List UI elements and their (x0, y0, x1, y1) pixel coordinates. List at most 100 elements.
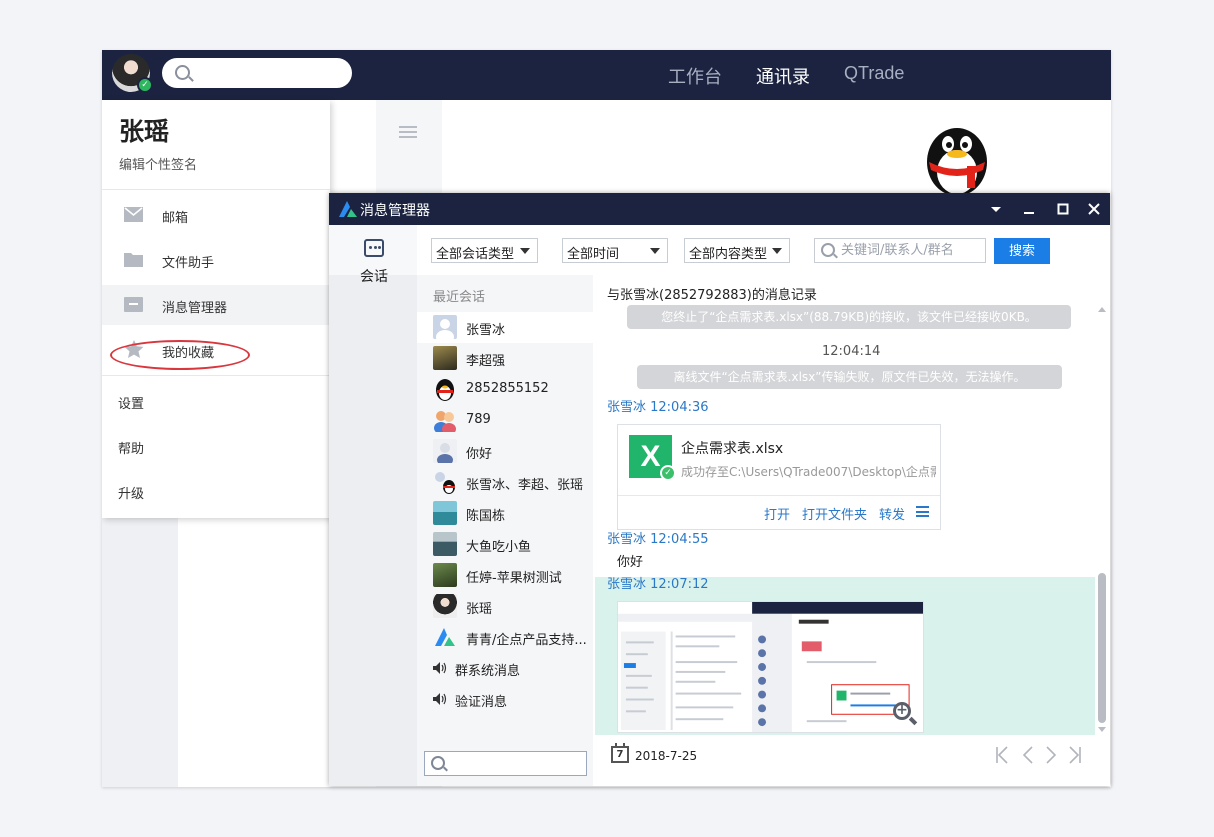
profile-name: 张瑶 (119, 117, 170, 146)
forward-link[interactable]: 转发 (879, 504, 905, 523)
first-page-icon[interactable] (995, 746, 1009, 764)
search-button[interactable]: 搜索 (994, 238, 1050, 264)
minimize-icon[interactable] (1021, 201, 1037, 217)
file-save-status: 成功存至C:\Users\QTrade007\Desktop\企点需... (681, 465, 936, 479)
avatar (433, 501, 457, 525)
scroll-up-icon[interactable] (1098, 307, 1106, 312)
calendar-icon[interactable]: 7 (611, 743, 629, 763)
message-manager-icon (124, 297, 143, 312)
menu-item-message-manager[interactable]: 消息管理器 (102, 285, 330, 325)
edit-signature-link[interactable]: 编辑个性签名 (119, 154, 197, 173)
contact-name: 你好 (466, 447, 493, 462)
open-folder-link[interactable]: 打开文件夹 (802, 504, 867, 523)
group-avatar (433, 470, 457, 494)
qq-penguin-avatar (433, 377, 457, 401)
avatar (433, 594, 457, 618)
list-item-verification-messages[interactable]: 验证消息 (417, 684, 593, 715)
list-search-input[interactable] (424, 751, 587, 776)
list-item-contact[interactable]: 张瑶 (417, 591, 593, 622)
time-select[interactable]: 全部时间 (562, 238, 668, 263)
previous-page-icon[interactable] (1021, 746, 1035, 764)
contact-name: 青青/企点产品支持... (466, 633, 587, 648)
message-time: 12:04:14 (822, 344, 881, 359)
contact-name: 张瑶 (466, 602, 493, 617)
speaker-icon (433, 693, 447, 705)
content-type-select[interactable]: 全部内容类型 (684, 238, 790, 263)
message-text: 你好 (617, 555, 644, 570)
avatar (433, 563, 457, 587)
avatar (433, 532, 457, 556)
menu-item-label: 文件助手 (162, 256, 215, 271)
list-item-contact[interactable]: 2852855152 (417, 374, 593, 405)
list-item-contact[interactable]: 任婷-苹果树测试 (417, 560, 593, 591)
list-item-contact[interactable]: 李超强 (417, 343, 593, 374)
contact-name: 789 (466, 412, 491, 427)
menu-item-file-assistant[interactable]: 文件助手 (102, 240, 330, 280)
list-item-contact[interactable]: 你好 (417, 436, 593, 467)
dialog-title: 消息管理器 (360, 203, 430, 219)
avatar (433, 315, 457, 339)
list-item-contact[interactable]: 张雪冰 (417, 312, 593, 343)
online-status-icon: ✓ (137, 77, 153, 93)
top-search-input[interactable] (162, 58, 352, 88)
menu-item-settings[interactable]: 设置 (118, 393, 144, 412)
chat-bottom-bar: 7 2018-7-25 (593, 735, 1110, 786)
avatar (433, 439, 457, 463)
tab-qtrade[interactable]: QTrade (844, 63, 904, 84)
divider (618, 495, 940, 496)
open-file-link[interactable]: 打开 (764, 504, 790, 523)
contact-name: 大鱼吃小鱼 (466, 540, 532, 555)
contact-name: 张雪冰、李超、张瑶 (466, 478, 584, 493)
qq-penguin-logo (927, 128, 987, 196)
dialog-sidebar (329, 225, 417, 786)
chevron-down-icon (772, 248, 782, 254)
list-item-contact[interactable]: 陈国栋 (417, 498, 593, 529)
more-menu-icon[interactable] (916, 506, 929, 517)
avatar (433, 346, 457, 370)
zoom-in-icon[interactable] (893, 702, 911, 720)
menu-item-upgrade[interactable]: 升级 (118, 483, 144, 502)
message-sender: 张雪冰 12:07:12 (607, 577, 709, 592)
profile-menu: 张瑶 编辑个性签名 邮箱 文件助手 消息管理器 我的收藏 设置 帮助 升级 (102, 100, 330, 518)
contact-name: 陈国栋 (466, 509, 506, 524)
maximize-icon[interactable] (1055, 201, 1071, 217)
contact-name: 任婷-苹果树测试 (466, 571, 562, 586)
keyword-search-field[interactable] (814, 238, 986, 263)
list-item-contact[interactable]: 青青/企点产品支持... (417, 622, 593, 653)
tab-workbench[interactable]: 工作台 (668, 63, 722, 89)
sidebar-item-label: 会话 (360, 269, 388, 285)
keyword-search-input[interactable] (841, 240, 981, 261)
avatar (433, 408, 457, 432)
scroll-down-icon[interactable] (1098, 727, 1106, 732)
image-message-thumbnail[interactable] (617, 601, 924, 733)
divider (102, 189, 330, 190)
check-icon: ✓ (660, 465, 676, 481)
list-item-contact[interactable]: 大鱼吃小鱼 (417, 529, 593, 560)
next-page-icon[interactable] (1044, 746, 1058, 764)
list-item-group[interactable]: 张雪冰、李超、张瑶 (417, 467, 593, 498)
mail-icon (124, 207, 143, 222)
list-item-contact[interactable]: 789 (417, 405, 593, 436)
dialog-title-bar[interactable]: 消息管理器 (329, 193, 1110, 225)
file-name: 企点需求表.xlsx (681, 441, 784, 457)
hamburger-icon[interactable] (399, 126, 417, 138)
scroll-thumb[interactable] (1098, 573, 1106, 723)
chat-history-pane: 与张雪冰(2852792883)的消息记录 您终止了“企点需求表.xlsx”(8… (593, 275, 1110, 786)
system-message: 离线文件“企点需求表.xlsx”传输失败，原文件已失效，无法操作。 (637, 365, 1062, 389)
search-icon (431, 756, 445, 770)
last-page-icon[interactable] (1068, 746, 1082, 764)
session-type-select[interactable]: 全部会话类型 (431, 238, 538, 263)
list-item-group-system-messages[interactable]: 群系统消息 (417, 653, 593, 684)
recent-sessions-header: 最近会话 (433, 290, 486, 305)
close-icon[interactable] (1086, 201, 1102, 217)
menu-item-mail-row[interactable]: 邮箱 (102, 195, 330, 235)
message-sender: 张雪冰 12:04:36 (607, 400, 709, 415)
folder-icon (124, 253, 143, 267)
select-value: 全部会话类型 (436, 247, 515, 262)
highlight-ellipse (110, 340, 250, 370)
chat-scrollbar[interactable] (1096, 305, 1108, 735)
menu-item-label: 消息管理器 (162, 301, 228, 316)
dropdown-arrow-icon[interactable] (988, 201, 1004, 217)
tab-contacts[interactable]: 通讯录 (756, 63, 810, 89)
menu-item-help[interactable]: 帮助 (118, 438, 144, 457)
